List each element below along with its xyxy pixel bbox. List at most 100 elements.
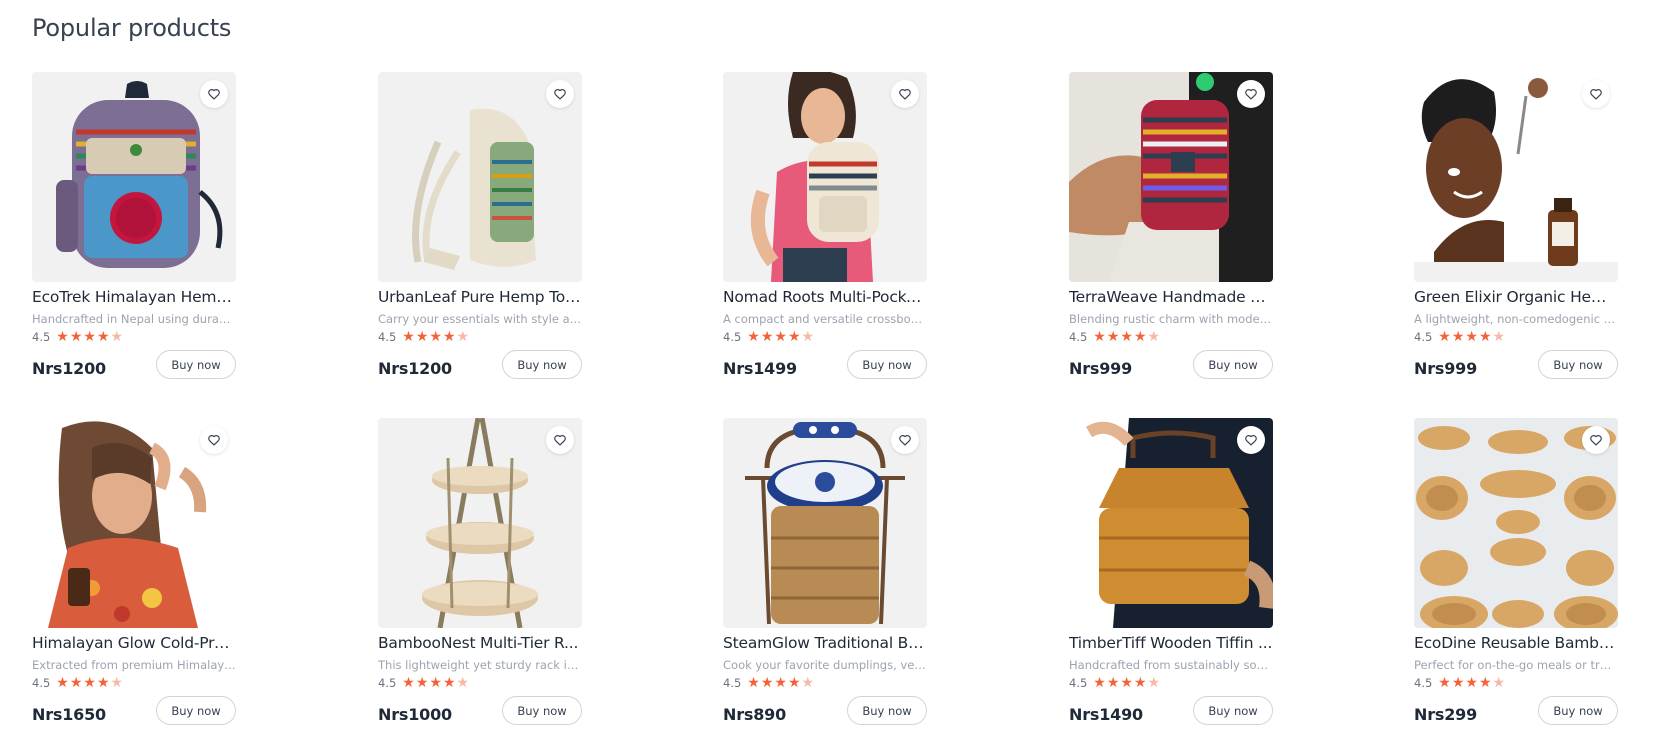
star-filled-icon: ★ bbox=[429, 675, 442, 691]
product-card[interactable]: BambooNest Multi-Tier R... This lightwei… bbox=[378, 418, 582, 731]
star-filled-icon: ★ bbox=[787, 675, 801, 691]
product-rating: 4.5 ★ ★ ★ ★ ★ bbox=[378, 675, 469, 691]
wishlist-heart-button[interactable] bbox=[1582, 426, 1610, 454]
product-card[interactable]: Green Elixir Organic Hem... A lightweigh… bbox=[1414, 72, 1618, 392]
product-name[interactable]: UrbanLeaf Pure Hemp Tot... bbox=[378, 288, 582, 306]
star-filled-icon: ★ bbox=[83, 329, 96, 345]
star-rating: ★ ★ ★ ★ ★ bbox=[747, 330, 814, 344]
star-empty-icon: ★ bbox=[110, 329, 124, 345]
product-card[interactable]: Himalayan Glow Cold-Pre... Extracted fro… bbox=[32, 418, 236, 731]
star-filled-icon: ★ bbox=[1478, 329, 1492, 345]
product-name[interactable]: Nomad Roots Multi-Pocke... bbox=[723, 288, 927, 306]
rating-value: 4.5 bbox=[32, 676, 51, 690]
product-card[interactable]: EcoDine Reusable Bambo... Perfect for on… bbox=[1414, 418, 1618, 731]
rating-value: 4.5 bbox=[1414, 676, 1433, 690]
wishlist-heart-button[interactable] bbox=[1237, 80, 1265, 108]
product-price: Nrs1499 bbox=[723, 359, 797, 378]
product-description: A lightweight, non-comedogenic oil ... bbox=[1414, 312, 1618, 326]
product-image[interactable] bbox=[723, 72, 927, 282]
buy-now-button[interactable]: Buy now bbox=[156, 696, 236, 725]
product-name[interactable]: Himalayan Glow Cold-Pre... bbox=[32, 634, 236, 652]
wishlist-heart-button[interactable] bbox=[200, 426, 228, 454]
product-card[interactable]: Nomad Roots Multi-Pocke... A compact and… bbox=[723, 72, 927, 392]
product-image[interactable] bbox=[378, 72, 582, 282]
star-filled-icon: ★ bbox=[1438, 675, 1451, 691]
buy-now-button[interactable]: Buy now bbox=[156, 350, 236, 379]
heart-icon bbox=[899, 435, 911, 446]
star-filled-icon: ★ bbox=[1093, 329, 1106, 345]
star-filled-icon: ★ bbox=[1438, 329, 1451, 345]
product-name[interactable]: SteamGlow Traditional Ba... bbox=[723, 634, 927, 652]
product-name[interactable]: TerraWeave Handmade H... bbox=[1069, 288, 1273, 306]
product-price: Nrs1490 bbox=[1069, 705, 1143, 724]
wishlist-heart-button[interactable] bbox=[546, 80, 574, 108]
buy-now-button[interactable]: Buy now bbox=[1538, 350, 1618, 379]
rating-value: 4.5 bbox=[1069, 330, 1088, 344]
product-card[interactable]: EcoTrek Himalayan Hemp ... Handcrafted i… bbox=[32, 72, 236, 392]
star-filled-icon: ★ bbox=[1133, 675, 1147, 691]
wishlist-heart-button[interactable] bbox=[1582, 80, 1610, 108]
heart-icon bbox=[899, 89, 911, 100]
product-rating: 4.5 ★ ★ ★ ★ ★ bbox=[723, 329, 814, 345]
star-rating: ★ ★ ★ ★ ★ bbox=[1093, 676, 1160, 690]
wishlist-heart-button[interactable] bbox=[200, 80, 228, 108]
product-image[interactable] bbox=[1414, 72, 1618, 282]
heart-icon bbox=[554, 435, 566, 446]
product-image[interactable] bbox=[1069, 418, 1273, 628]
product-price: Nrs1650 bbox=[32, 705, 106, 724]
product-description: A compact and versatile crossbody ... bbox=[723, 312, 927, 326]
buy-now-button[interactable]: Buy now bbox=[1193, 350, 1273, 379]
star-filled-icon: ★ bbox=[747, 329, 760, 345]
product-card[interactable]: SteamGlow Traditional Ba... Cook your fa… bbox=[723, 418, 927, 731]
star-empty-icon: ★ bbox=[1147, 675, 1161, 691]
star-rating: ★ ★ ★ ★ ★ bbox=[402, 330, 469, 344]
star-filled-icon: ★ bbox=[1465, 329, 1478, 345]
star-filled-icon: ★ bbox=[747, 675, 760, 691]
star-filled-icon: ★ bbox=[760, 329, 774, 345]
product-card[interactable]: UrbanLeaf Pure Hemp Tot... Carry your es… bbox=[378, 72, 582, 392]
star-filled-icon: ★ bbox=[1478, 675, 1492, 691]
product-card[interactable]: TimberTiff Wooden Tiffin ... Handcrafted… bbox=[1069, 418, 1273, 731]
star-filled-icon: ★ bbox=[1106, 675, 1120, 691]
product-name[interactable]: Green Elixir Organic Hem... bbox=[1414, 288, 1618, 306]
star-filled-icon: ★ bbox=[415, 329, 429, 345]
buy-now-button[interactable]: Buy now bbox=[502, 696, 582, 725]
wishlist-heart-button[interactable] bbox=[891, 80, 919, 108]
product-rating: 4.5 ★ ★ ★ ★ ★ bbox=[1414, 329, 1505, 345]
buy-now-button[interactable]: Buy now bbox=[502, 350, 582, 379]
star-rating: ★ ★ ★ ★ ★ bbox=[1438, 330, 1505, 344]
buy-now-button[interactable]: Buy now bbox=[1538, 696, 1618, 725]
product-image[interactable] bbox=[32, 418, 236, 628]
product-name[interactable]: BambooNest Multi-Tier R... bbox=[378, 634, 582, 652]
product-image[interactable] bbox=[723, 418, 927, 628]
product-image[interactable] bbox=[378, 418, 582, 628]
buy-now-button[interactable]: Buy now bbox=[847, 696, 927, 725]
rating-value: 4.5 bbox=[378, 676, 397, 690]
wishlist-heart-button[interactable] bbox=[1237, 426, 1265, 454]
product-name[interactable]: TimberTiff Wooden Tiffin ... bbox=[1069, 634, 1273, 652]
rating-value: 4.5 bbox=[1414, 330, 1433, 344]
star-filled-icon: ★ bbox=[69, 675, 83, 691]
star-filled-icon: ★ bbox=[774, 675, 787, 691]
product-name[interactable]: EcoDine Reusable Bambo... bbox=[1414, 634, 1618, 652]
product-image[interactable] bbox=[32, 72, 236, 282]
product-name[interactable]: EcoTrek Himalayan Hemp ... bbox=[32, 288, 236, 306]
rating-value: 4.5 bbox=[1069, 676, 1088, 690]
product-image[interactable] bbox=[1069, 72, 1273, 282]
wishlist-heart-button[interactable] bbox=[546, 426, 574, 454]
star-filled-icon: ★ bbox=[402, 329, 415, 345]
product-image[interactable] bbox=[1414, 418, 1618, 628]
product-card[interactable]: TerraWeave Handmade H... Blending rustic… bbox=[1069, 72, 1273, 392]
star-empty-icon: ★ bbox=[110, 675, 124, 691]
buy-now-button[interactable]: Buy now bbox=[1193, 696, 1273, 725]
wishlist-heart-button[interactable] bbox=[891, 426, 919, 454]
star-filled-icon: ★ bbox=[83, 675, 96, 691]
heart-icon bbox=[1590, 89, 1602, 100]
star-filled-icon: ★ bbox=[1120, 329, 1133, 345]
rating-value: 4.5 bbox=[723, 330, 742, 344]
buy-now-button[interactable]: Buy now bbox=[847, 350, 927, 379]
star-filled-icon: ★ bbox=[760, 675, 774, 691]
heart-icon bbox=[1245, 89, 1257, 100]
star-filled-icon: ★ bbox=[1451, 675, 1465, 691]
star-empty-icon: ★ bbox=[1147, 329, 1161, 345]
